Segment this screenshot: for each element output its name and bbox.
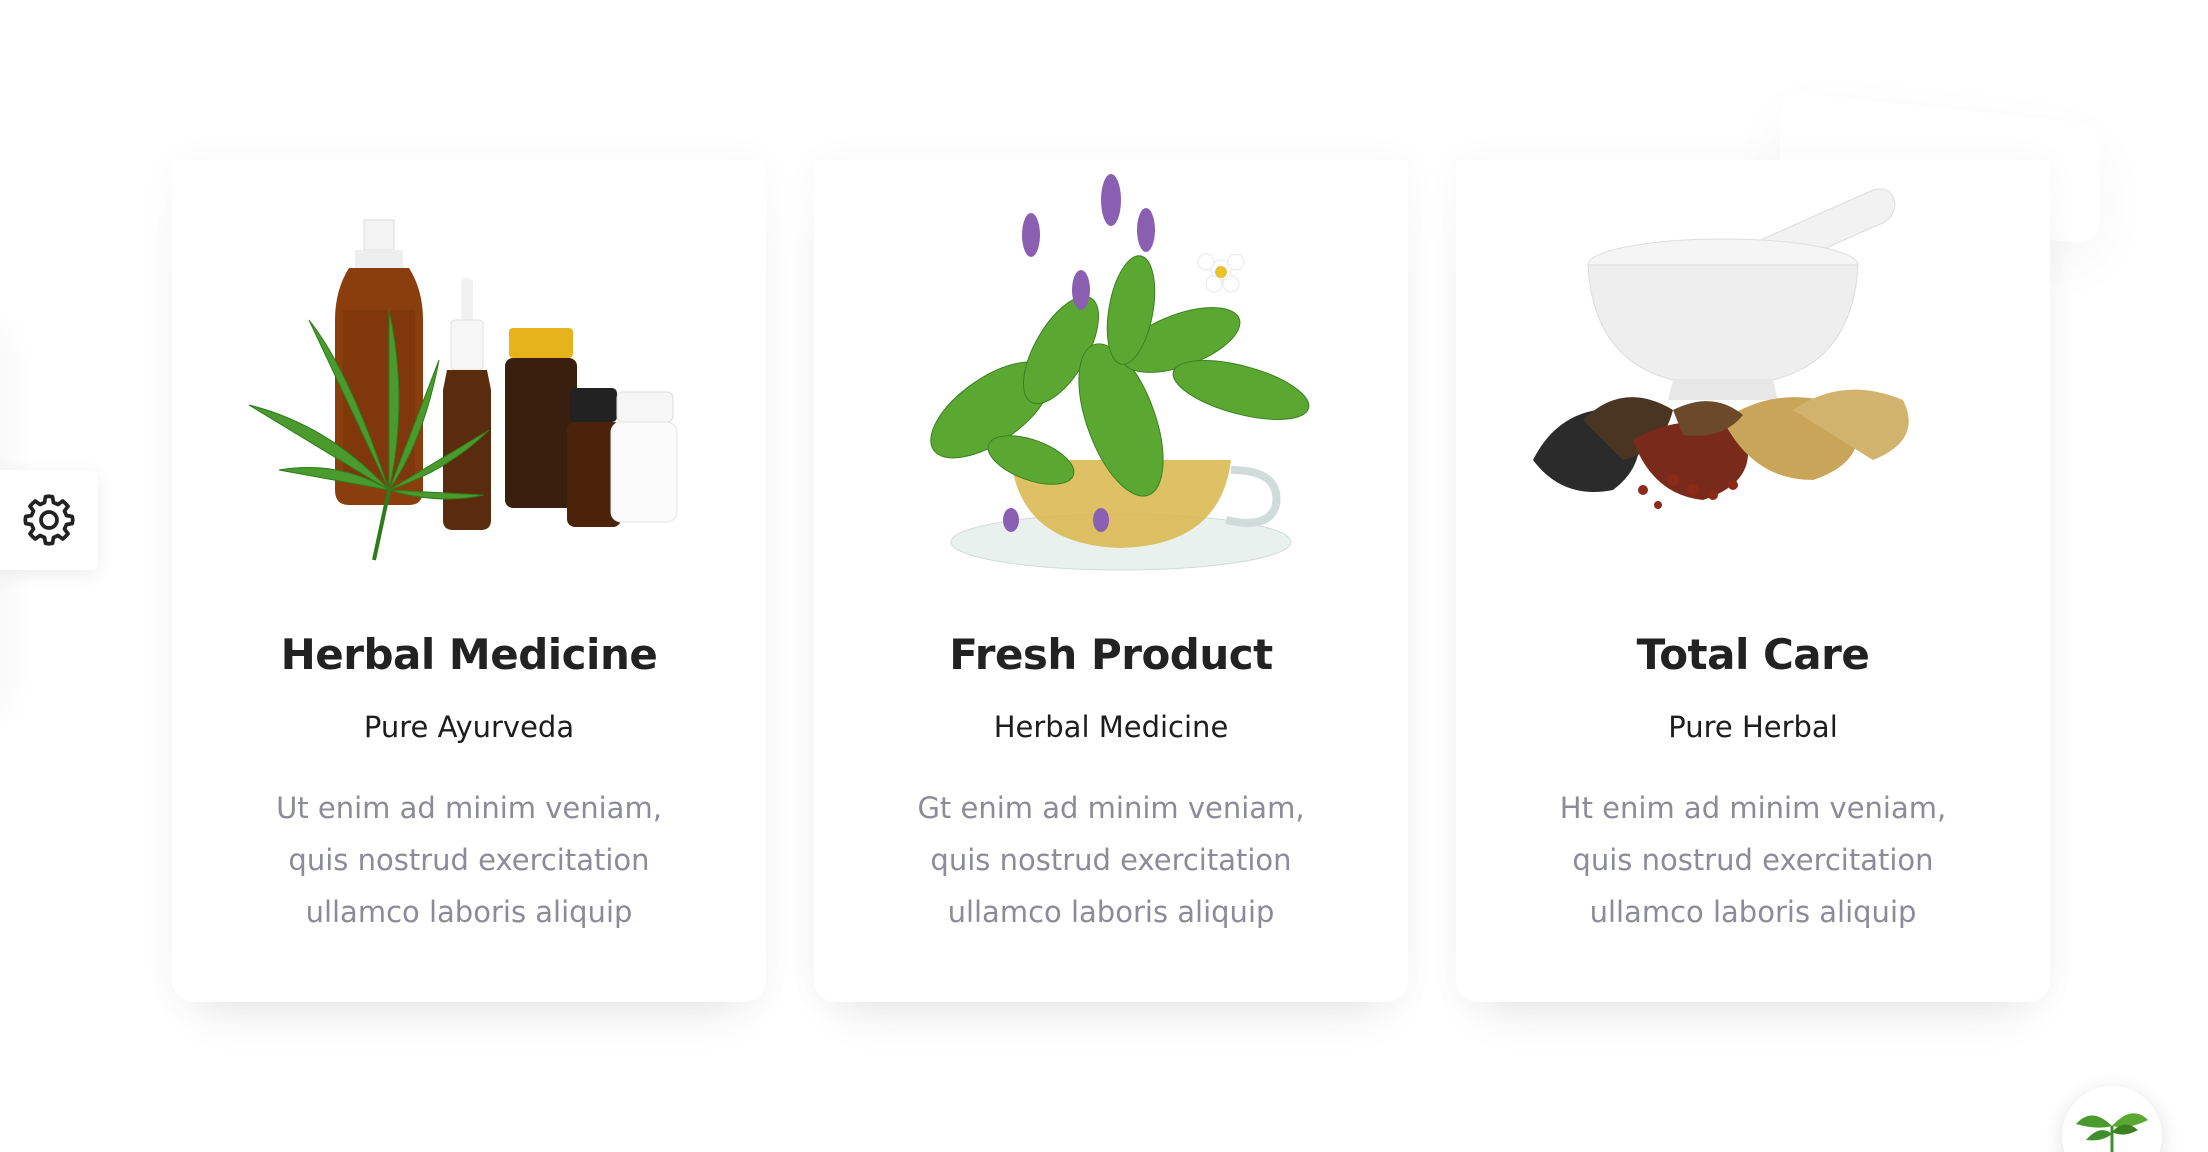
card-description: Gt enim ad minim veniam, quis nostrud ex… [917,791,1305,929]
service-cards: Herbal Medicine Pure Ayurveda Ut enim ad… [172,160,2052,1002]
herbal-bottles-image [248,219,678,561]
mortar-pestle-image [1533,188,1909,509]
gear-icon [23,494,75,546]
card-title: Fresh Product [949,630,1273,679]
card-subtitle: Pure Herbal [1668,710,1838,744]
card-title: Total Care [1636,630,1870,679]
herbal-tea-image [930,174,1310,571]
scroll-top-leaf-button[interactable] [2062,1086,2162,1152]
service-card-herbal-medicine[interactable]: Herbal Medicine Pure Ayurveda Ut enim ad… [172,160,766,1002]
card-subtitle: Herbal Medicine [993,710,1229,744]
service-card-fresh-product[interactable]: Fresh Product Herbal Medicine Gt enim ad… [814,160,1408,1002]
service-card-total-care[interactable]: Total Care Pure Herbal Ht enim ad minim … [1456,160,2050,1002]
card-description: Ut enim ad minim veniam, quis nostrud ex… [276,791,662,929]
card-description: Ht enim ad minim veniam, quis nostrud ex… [1559,791,1947,929]
leaf-sprout-icon [2076,1113,2148,1152]
settings-toggle-button[interactable] [0,470,98,570]
card-title: Herbal Medicine [280,630,658,679]
services-section: Herbal Medicine Pure Ayurveda Ut enim ad… [0,0,2208,1152]
card-subtitle: Pure Ayurveda [363,710,575,744]
